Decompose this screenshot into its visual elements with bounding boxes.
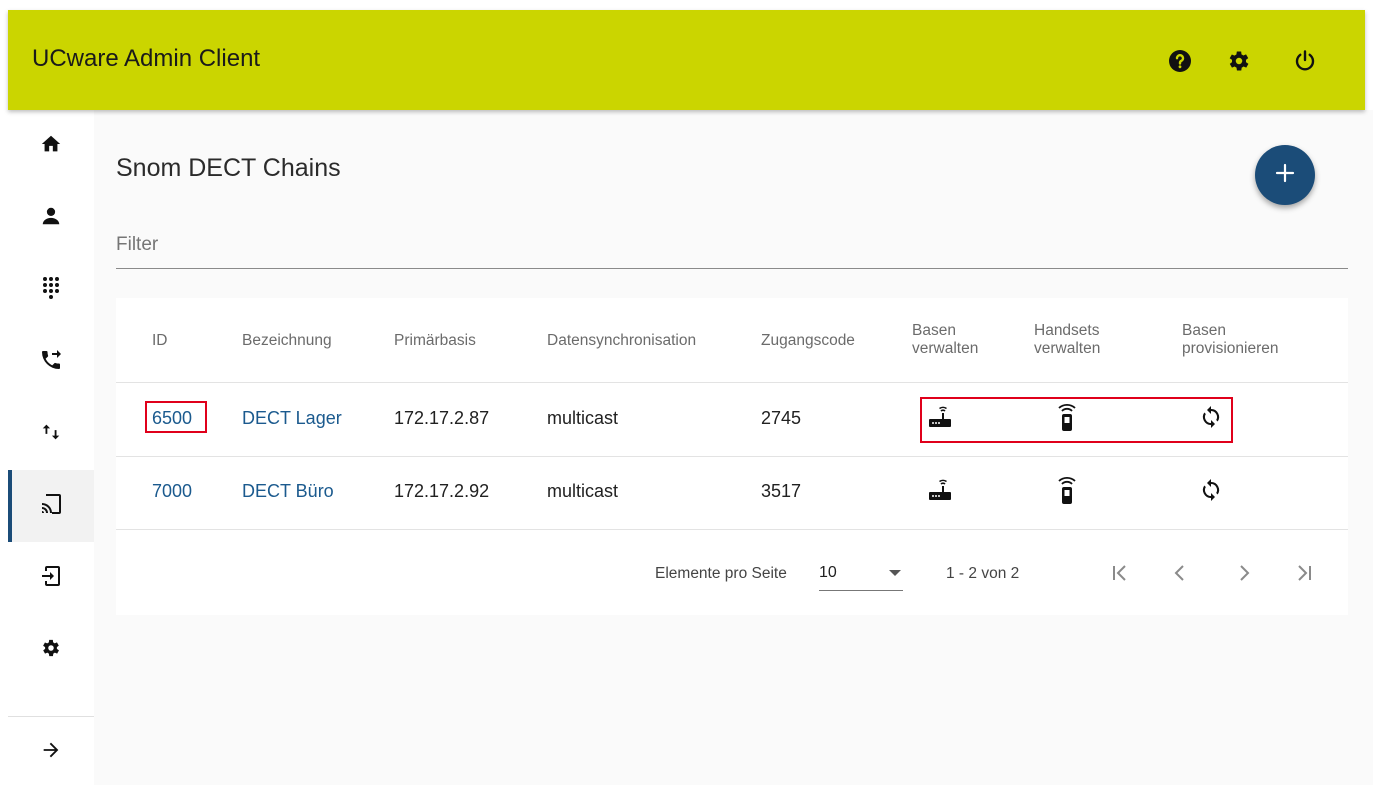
last-page-icon — [1294, 563, 1314, 588]
row-id-link[interactable]: 7000 — [152, 481, 192, 502]
sidebar-item-dect-chains[interactable] — [8, 470, 94, 542]
phone-forward-icon — [39, 348, 63, 377]
items-per-page-label: Elemente pro Seite — [655, 565, 787, 582]
home-icon — [40, 133, 62, 160]
power-icon[interactable] — [1292, 48, 1318, 74]
dialpad-icon — [40, 276, 62, 305]
swap-arrows-icon — [40, 421, 62, 448]
handset-icon — [1056, 402, 1078, 437]
gear-icon — [40, 637, 62, 664]
header-bases: Basen verwalten — [912, 322, 978, 358]
provision-bases-button[interactable] — [1196, 477, 1226, 507]
header-divider — [116, 382, 1348, 383]
manage-handsets-button[interactable] — [1052, 475, 1082, 510]
plus-icon — [1274, 162, 1296, 189]
sidebar-collapse-button[interactable] — [8, 722, 94, 782]
sidebar-item-provisioning[interactable] — [8, 542, 94, 614]
router-icon — [927, 477, 953, 508]
sidebar-item-users[interactable] — [8, 182, 94, 254]
row-id-link[interactable]: 6500 — [152, 408, 192, 429]
chevron-down-icon — [889, 570, 901, 576]
row-name-link[interactable]: DECT Büro — [242, 481, 334, 502]
filter-field — [116, 222, 1348, 269]
dect-chains-table: ID Bezeichnung Primärbasis Datensynchron… — [116, 298, 1348, 615]
row-code: 2745 — [761, 408, 802, 428]
router-icon — [927, 404, 953, 435]
sidebar-item-home[interactable] — [8, 110, 94, 182]
header-code[interactable]: Zugangscode — [761, 332, 855, 350]
chevron-left-icon — [1170, 563, 1190, 588]
sidebar-nav — [8, 110, 95, 785]
next-page-button[interactable] — [1226, 560, 1262, 590]
row-divider — [116, 456, 1348, 457]
items-per-page-value: 10 — [819, 564, 837, 581]
settings-icon[interactable] — [1226, 48, 1252, 74]
header-name[interactable]: Bezeichnung — [242, 332, 332, 350]
header-primary[interactable]: Primärbasis — [394, 332, 476, 350]
header-provision: Basen provisionieren — [1182, 322, 1279, 358]
sidebar-item-dialpad[interactable] — [8, 254, 94, 326]
items-per-page-select[interactable]: 10 — [819, 554, 903, 591]
provision-bases-button[interactable] — [1196, 404, 1226, 434]
handset-icon — [1056, 475, 1078, 510]
last-page-button[interactable] — [1286, 560, 1322, 590]
device-login-icon — [39, 564, 63, 593]
chevron-right-icon — [1234, 563, 1254, 588]
add-chain-button[interactable] — [1255, 145, 1315, 205]
header-bases-line2: verwalten — [912, 340, 979, 357]
header-bases-line1: Basen — [912, 322, 956, 339]
first-page-button[interactable] — [1102, 560, 1138, 590]
sync-icon — [1199, 405, 1223, 434]
manage-handsets-button[interactable] — [1052, 402, 1082, 437]
sidebar-item-call-forward[interactable] — [8, 326, 94, 398]
row-sync: multicast — [547, 408, 619, 428]
header-provision-line1: Basen — [1182, 322, 1226, 339]
manage-bases-button[interactable] — [925, 404, 955, 434]
row-code: 3517 — [761, 481, 802, 501]
row-name-link[interactable]: DECT Lager — [242, 408, 342, 429]
header-handsets-line1: Handsets — [1034, 322, 1100, 339]
manage-bases-button[interactable] — [925, 477, 955, 507]
filter-input[interactable] — [116, 230, 1348, 260]
header-handsets-line2: verwalten — [1034, 340, 1101, 357]
sidebar-item-settings[interactable] — [8, 614, 94, 686]
page-title: Snom DECT Chains — [116, 154, 341, 182]
range-label: 1 - 2 von 2 — [946, 565, 1020, 582]
header-provision-line2: provisionieren — [1182, 340, 1279, 357]
row-divider — [116, 529, 1348, 530]
first-page-icon — [1110, 563, 1130, 588]
app-header: UCware Admin Client — [8, 10, 1365, 110]
row-primary: 172.17.2.92 — [394, 481, 490, 501]
sidebar-divider — [8, 716, 94, 717]
row-primary: 172.17.2.87 — [394, 408, 490, 428]
cast-icon — [39, 492, 63, 521]
previous-page-button[interactable] — [1162, 560, 1198, 590]
help-icon[interactable] — [1167, 48, 1193, 74]
header-sync[interactable]: Datensynchronisation — [547, 332, 696, 350]
header-handsets: Handsets verwalten — [1034, 322, 1100, 358]
app-title: UCware Admin Client — [32, 45, 261, 72]
sync-icon — [1199, 478, 1223, 507]
main-content: Snom DECT Chains ID Bezeichnung Primärba… — [94, 110, 1373, 785]
row-sync: multicast — [547, 481, 619, 501]
sidebar-item-transfer[interactable] — [8, 398, 94, 470]
arrow-right-icon — [40, 739, 62, 766]
header-id[interactable]: ID — [152, 332, 168, 350]
person-icon — [40, 205, 62, 232]
